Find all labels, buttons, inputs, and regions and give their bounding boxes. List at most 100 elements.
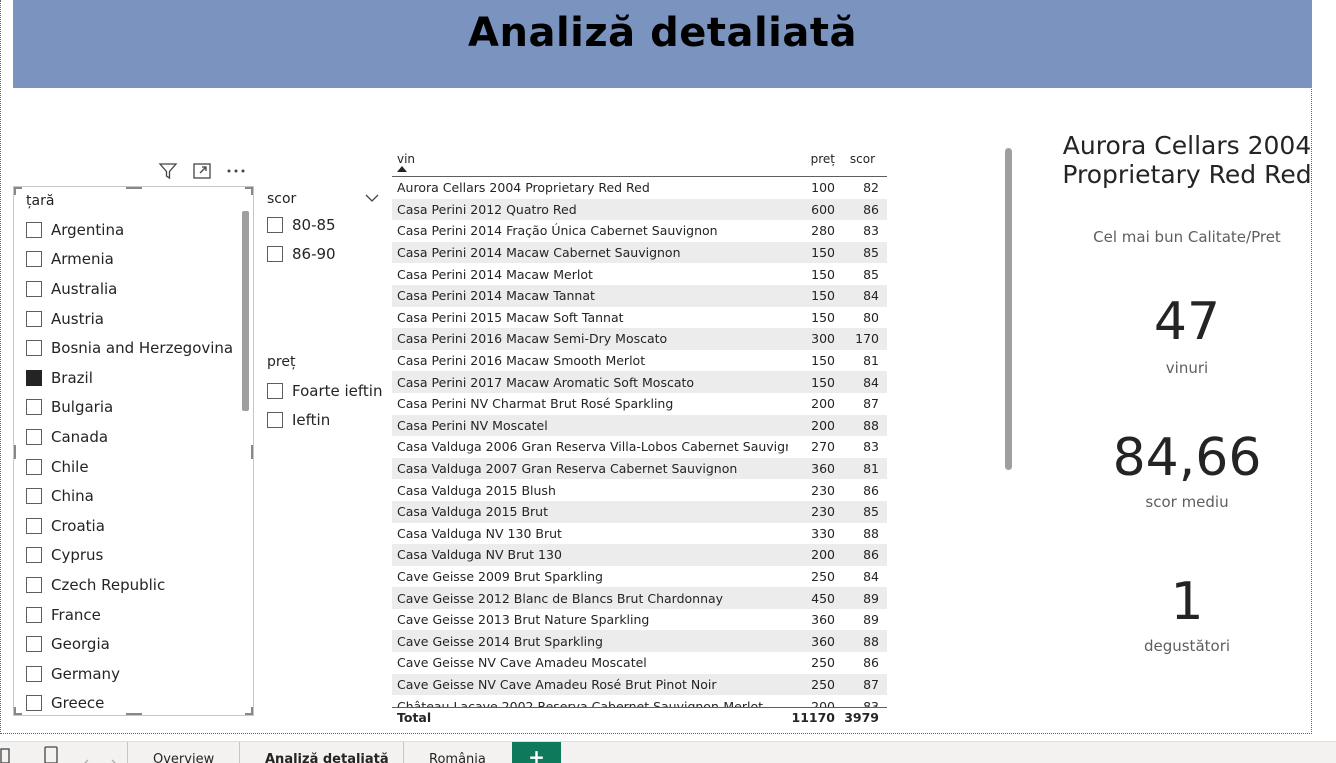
country-slicer[interactable]: țară Argentina Armenia Australia Austria Bos… xyxy=(13,186,254,716)
scor-item[interactable]: 86-90 xyxy=(267,239,379,268)
country-item[interactable]: Canada xyxy=(26,422,241,452)
cell-vin: Casa Valduga 2015 Blush xyxy=(397,482,556,498)
cell-pret: 330 xyxy=(811,525,835,541)
checkbox[interactable] xyxy=(26,606,42,623)
country-item[interactable]: Armenia xyxy=(26,245,241,275)
checkbox[interactable] xyxy=(26,665,42,682)
table-row[interactable]: Casa Valduga 2015 Brut 230 85 xyxy=(392,500,887,523)
table-row[interactable]: Casa Valduga 2015 Blush 230 86 xyxy=(392,479,887,501)
scor-list: 80-85 86-90 xyxy=(267,210,379,268)
country-item[interactable]: Australia xyxy=(26,274,241,304)
country-item[interactable]: Brazil xyxy=(26,363,241,393)
checkbox[interactable] xyxy=(267,245,283,262)
country-item[interactable]: Czech Republic xyxy=(26,570,241,600)
country-item[interactable]: Greece xyxy=(26,689,241,716)
cell-pret: 150 xyxy=(811,266,835,282)
chevron-right-icon[interactable] xyxy=(110,754,118,763)
checkbox[interactable] xyxy=(267,216,283,233)
table-row[interactable]: Casa Valduga 2006 Gran Reserva Villa-Lob… xyxy=(392,436,887,458)
cell-scor: 82 xyxy=(863,180,879,196)
checkbox[interactable] xyxy=(26,310,42,327)
add-page-button[interactable]: + xyxy=(512,742,561,763)
tasters-count-value: 1 xyxy=(1170,572,1204,632)
checkbox[interactable] xyxy=(26,221,42,238)
table-row[interactable]: Casa Perini 2017 Macaw Aromatic Soft Mos… xyxy=(392,371,887,393)
table-row[interactable]: Château Lacave 2002 Reserva Cabernet Sau… xyxy=(392,695,887,707)
checkbox[interactable] xyxy=(26,695,42,712)
column-header-vin[interactable]: vin xyxy=(392,148,788,176)
cell-vin: Casa Valduga NV 130 Brut xyxy=(397,525,562,541)
table-row[interactable]: Casa Valduga NV Brut 130 200 86 xyxy=(392,544,887,566)
country-scrollbar[interactable] xyxy=(242,211,249,411)
pret-item[interactable]: Foarte ieftin xyxy=(267,376,387,406)
cell-pret: 230 xyxy=(811,504,835,520)
chevron-left-icon[interactable] xyxy=(82,754,90,763)
checkbox[interactable] xyxy=(26,517,42,534)
checkbox[interactable] xyxy=(26,399,42,416)
country-item[interactable]: Bulgaria xyxy=(26,393,241,423)
pret-slicer[interactable]: preț Foarte ieftin Ieftin xyxy=(267,354,387,435)
pret-item[interactable]: Ieftin xyxy=(267,406,387,436)
checkbox[interactable] xyxy=(26,576,42,593)
page-scrollbar[interactable] xyxy=(1005,148,1012,470)
page-view-icon[interactable] xyxy=(0,748,10,763)
table-row[interactable]: Casa Perini NV Charmat Brut Rosé Sparkli… xyxy=(392,393,887,415)
tab-analiza-detaliata[interactable]: Analiză detaliată xyxy=(265,752,389,763)
checkbox[interactable] xyxy=(26,280,42,297)
checkbox[interactable] xyxy=(26,547,42,564)
more-options-icon[interactable] xyxy=(225,160,247,182)
country-item[interactable]: Bosnia and Herzegovina xyxy=(26,333,241,363)
table-row[interactable]: Cave Geisse NV Cave Amadeu Moscatel 250 86 xyxy=(392,652,887,674)
cell-pret: 300 xyxy=(811,331,835,347)
country-item[interactable]: China xyxy=(26,481,241,511)
cell-vin: Casa Perini 2014 Macaw Cabernet Sauvigno… xyxy=(397,245,681,261)
checkbox[interactable] xyxy=(26,488,42,505)
checkbox[interactable] xyxy=(267,382,283,399)
checkbox[interactable] xyxy=(26,428,42,445)
scor-item[interactable]: 80-85 xyxy=(267,210,379,239)
table-row[interactable]: Cave Geisse 2009 Brut Sparkling 250 84 xyxy=(392,566,887,588)
country-item[interactable]: Cyprus xyxy=(26,541,241,571)
table-row[interactable]: Cave Geisse 2013 Brut Nature Sparkling 36… xyxy=(392,609,887,631)
checkbox[interactable] xyxy=(26,636,42,653)
checkbox[interactable] xyxy=(26,369,42,386)
table-row[interactable]: Cave Geisse 2012 Blanc de Blancs Brut Ch… xyxy=(392,587,887,609)
mobile-layout-icon[interactable] xyxy=(44,746,58,763)
cell-vin: Casa Perini 2015 Macaw Soft Tannat xyxy=(397,309,624,325)
total-label: Total xyxy=(397,710,432,725)
table-row[interactable]: Aurora Cellars 2004 Proprietary Red Red 1… xyxy=(392,177,887,199)
table-row[interactable]: Casa Perini 2016 Macaw Smooth Merlot 150 8… xyxy=(392,350,887,372)
filter-icon[interactable] xyxy=(157,160,179,182)
table-row[interactable]: Casa Perini 2016 Macaw Semi-Dry Moscato 3… xyxy=(392,328,887,350)
tab-overview[interactable]: Overview xyxy=(153,752,214,763)
table-row[interactable]: Casa Perini 2012 Quatro Red 600 86 xyxy=(392,198,887,221)
checkbox[interactable] xyxy=(26,458,42,475)
country-item[interactable]: Germany xyxy=(26,659,241,689)
country-item[interactable]: France xyxy=(26,600,241,630)
country-item[interactable]: Argentina xyxy=(26,215,241,245)
table-row[interactable]: Cave Geisse NV Cave Amadeu Rosé Brut Pin… xyxy=(392,673,887,696)
column-header-pret[interactable]: preț xyxy=(788,148,838,176)
country-item[interactable]: Austria xyxy=(26,304,241,334)
table-row[interactable]: Casa Perini NV Moscatel 200 88 xyxy=(392,414,887,437)
table-row[interactable]: Casa Perini 2014 Macaw Tannat 150 84 xyxy=(392,284,887,307)
table-row[interactable]: Casa Perini 2015 Macaw Soft Tannat 150 80 xyxy=(392,307,887,329)
country-item[interactable]: Croatia xyxy=(26,511,241,541)
table-row[interactable]: Casa Valduga 2007 Gran Reserva Cabernet … xyxy=(392,457,887,480)
table-row[interactable]: Casa Perini 2014 Macaw Merlot 150 85 xyxy=(392,263,887,285)
checkbox[interactable] xyxy=(267,412,283,429)
cell-scor: 83 xyxy=(863,439,879,455)
table-row[interactable]: Casa Valduga NV 130 Brut 330 88 xyxy=(392,523,887,545)
table-row[interactable]: Casa Perini 2014 Macaw Cabernet Sauvigno… xyxy=(392,241,887,264)
country-item[interactable]: Chile xyxy=(26,452,241,482)
focus-mode-icon[interactable] xyxy=(191,160,213,182)
checkbox[interactable] xyxy=(26,340,42,357)
tab-romania[interactable]: România xyxy=(429,752,486,763)
country-item[interactable]: Georgia xyxy=(26,629,241,659)
column-header-scor[interactable]: scor xyxy=(838,148,885,176)
table-row[interactable]: Casa Perini 2014 Fração Única Cabernet S… xyxy=(392,220,887,242)
checkbox[interactable] xyxy=(26,251,42,268)
scor-slicer[interactable]: scor 80-85 86-90 xyxy=(267,188,379,268)
table-row[interactable]: Cave Geisse 2014 Brut Sparkling 360 88 xyxy=(392,630,887,653)
chevron-down-icon[interactable] xyxy=(365,191,379,207)
